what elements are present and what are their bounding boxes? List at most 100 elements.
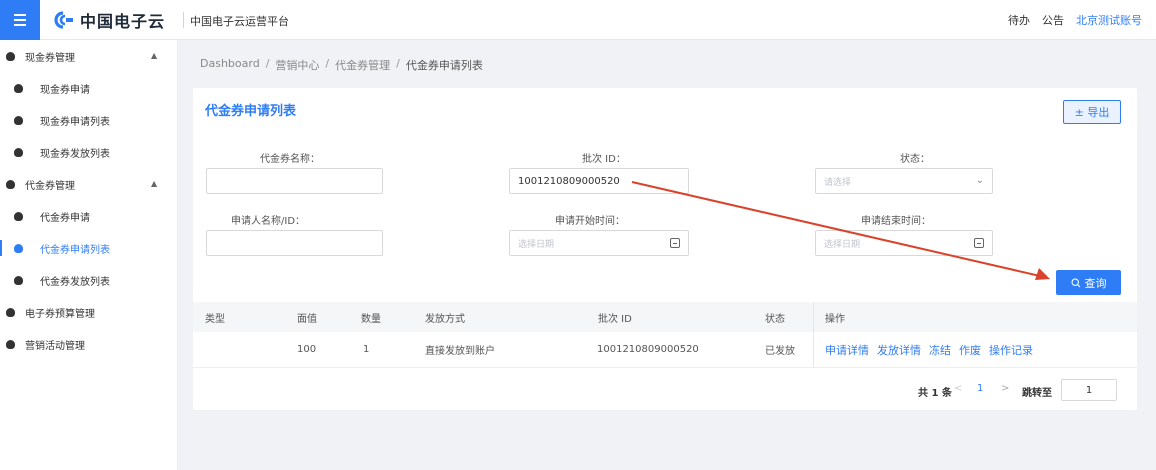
applicant-label: 申请人名称/ID： xyxy=(231,216,306,227)
breadcrumb-separator: / xyxy=(396,57,400,70)
query-button[interactable]: 查询 xyxy=(1056,270,1121,295)
cell-method: 直接发放到账户 xyxy=(425,346,495,357)
cell-value: 100 xyxy=(297,344,317,355)
sidebar-item-cash-apply-list[interactable]: 现金券申请列表 xyxy=(0,104,177,136)
account-menu[interactable]: 北京测试账号 xyxy=(1076,12,1142,28)
column-header: 批次 ID xyxy=(598,313,632,325)
menu-toggle-button[interactable] xyxy=(0,0,40,40)
breadcrumb-item[interactable]: 营销中心 xyxy=(275,57,319,73)
logo-icon xyxy=(54,11,73,29)
dashboard-icon xyxy=(14,276,23,285)
calendar-icon xyxy=(974,238,984,248)
sidebar-group-cash-voucher[interactable]: 现金券管理 ▲ xyxy=(0,40,177,72)
column-header: 类型 xyxy=(205,313,225,325)
sidebar-group-label: 代金券管理 xyxy=(25,180,75,192)
apply-detail-link[interactable]: 申请详情 xyxy=(825,342,869,358)
page-number-current[interactable]: 1 xyxy=(977,383,983,394)
sidebar-item-voucher-issue-list[interactable]: 代金券发放列表 xyxy=(0,264,177,296)
main-content: Dashboard / 营销中心 / 代金券管理 / 代金券申请列表 代金券申请… xyxy=(178,40,1156,470)
breadcrumb-item[interactable]: 代金券管理 xyxy=(335,57,390,73)
sidebar-item-label: 现金券申请 xyxy=(40,84,90,96)
dashboard-icon xyxy=(14,116,23,125)
sidebar-item-label: 代金券发放列表 xyxy=(40,276,110,288)
notice-link[interactable]: 公告 xyxy=(1042,12,1064,28)
breadcrumb-item[interactable]: Dashboard xyxy=(200,57,260,73)
table-row: 100 1 直接发放到账户 1001210809000520 已发放 申请详情 … xyxy=(193,332,1137,368)
batch-id-label: 批次 ID： xyxy=(582,154,626,165)
voucher-name-input[interactable] xyxy=(206,168,383,194)
dashboard-icon xyxy=(14,212,23,221)
list-card: 代金券申请列表 ± 导出 代金券名称： 批次 ID： 1001210809000… xyxy=(193,88,1137,410)
status-label: 状态： xyxy=(900,154,930,165)
platform-name: 中国电子云运营平台 xyxy=(190,15,289,28)
jump-page-input[interactable]: 1 xyxy=(1061,379,1117,401)
jump-label: 跳转至 xyxy=(1022,388,1052,399)
breadcrumb-current: 代金券申请列表 xyxy=(405,59,483,72)
column-header: 操作 xyxy=(825,313,845,325)
sidebar-group-label: 电子券预算管理 xyxy=(25,308,95,320)
dashboard-icon xyxy=(6,179,15,189)
issue-detail-link[interactable]: 发放详情 xyxy=(877,342,921,358)
export-button[interactable]: ± 导出 xyxy=(1063,100,1121,124)
chevron-up-icon: ▲ xyxy=(151,179,158,188)
cell-status: 已发放 xyxy=(765,346,795,357)
operation-log-link[interactable]: 操作记录 xyxy=(989,342,1033,358)
dashboard-icon xyxy=(6,339,15,349)
sidebar-item-label: 代金券申请列表 xyxy=(40,244,110,256)
menu-icon xyxy=(14,14,26,16)
next-page-button[interactable]: > xyxy=(1001,383,1009,394)
sidebar-item-cash-issue-list[interactable]: 现金券发放列表 xyxy=(0,136,177,168)
start-date-placeholder: 选择日期 xyxy=(518,239,555,250)
search-icon xyxy=(1070,277,1080,287)
voucher-name-label: 代金券名称： xyxy=(260,154,320,165)
batch-id-value: 1001210809000520 xyxy=(518,175,620,187)
sidebar-item-voucher-apply-list[interactable]: 代金券申请列表 xyxy=(0,232,177,264)
breadcrumb-separator: / xyxy=(325,57,330,70)
sidebar: 现金券管理 ▲ 现金券申请 现金券申请列表 现金券发放列表 代金券管理 ▲ 代金… xyxy=(0,40,178,470)
sidebar-group-label: 现金券管理 xyxy=(25,52,75,64)
chevron-up-icon: ▲ xyxy=(151,51,158,60)
dashboard-icon xyxy=(14,244,23,253)
pagination: 共 1 条 < 1 > 跳转至 1 xyxy=(913,379,1123,401)
dashboard-icon xyxy=(14,148,23,157)
todo-link[interactable]: 待办 xyxy=(1008,12,1030,28)
end-date-picker[interactable]: 选择日期 xyxy=(815,230,993,256)
prev-page-button[interactable]: < xyxy=(954,383,962,394)
calendar-icon xyxy=(670,238,680,248)
column-header: 状态 xyxy=(765,313,785,325)
logo-text: 中国电子云 xyxy=(80,12,166,31)
sidebar-group-budget[interactable]: 电子券预算管理 xyxy=(0,296,177,328)
page-title: 代金券申请列表 xyxy=(205,104,297,119)
logo: 中国电子云 xyxy=(52,8,165,32)
end-date-placeholder: 选择日期 xyxy=(824,239,861,250)
sidebar-item-label: 现金券发放列表 xyxy=(40,148,110,160)
cell-actions: 申请详情 发放详情 冻结 作废 操作记录 xyxy=(825,332,1041,367)
table-header: 类型 面值 数量 发放方式 批次 ID 状态 操作 xyxy=(193,302,1137,332)
cell-batch-id: 1001210809000520 xyxy=(597,344,699,355)
header-actions: 待办 公告 北京测试账号 xyxy=(1008,12,1142,28)
sidebar-item-label: 代金券申请 xyxy=(40,212,90,224)
sidebar-group-label: 营销活动管理 xyxy=(25,340,85,352)
sidebar-item-voucher-apply[interactable]: 代金券申请 xyxy=(0,200,177,232)
status-select[interactable]: 请选择 ⌄ xyxy=(815,168,993,194)
breadcrumb-separator: / xyxy=(265,57,270,70)
batch-id-input[interactable]: 1001210809000520 xyxy=(509,168,689,194)
start-time-label: 申请开始时间： xyxy=(555,216,625,227)
sidebar-item-cash-apply[interactable]: 现金券申请 xyxy=(0,72,177,104)
chevron-down-icon: ⌄ xyxy=(975,175,984,186)
column-header: 发放方式 xyxy=(425,313,465,325)
applicant-input[interactable] xyxy=(206,230,383,256)
start-date-picker[interactable]: 选择日期 xyxy=(509,230,689,256)
sidebar-group-marketing[interactable]: 营销活动管理 xyxy=(0,328,177,360)
cell-quantity: 1 xyxy=(363,344,370,355)
breadcrumb: Dashboard / 营销中心 / 代金券管理 / 代金券申请列表 xyxy=(200,57,483,73)
header-divider xyxy=(183,12,184,28)
dashboard-icon xyxy=(14,84,23,93)
void-link[interactable]: 作废 xyxy=(959,342,981,358)
top-header: 中国电子云 中国电子云运营平台 待办 公告 北京测试账号 xyxy=(0,0,1156,40)
dashboard-icon xyxy=(6,51,15,61)
sidebar-group-voucher[interactable]: 代金券管理 ▲ xyxy=(0,168,177,200)
query-button-label: 查询 xyxy=(1084,276,1107,290)
total-count: 共 1 条 xyxy=(918,388,952,399)
freeze-link[interactable]: 冻结 xyxy=(929,342,951,358)
